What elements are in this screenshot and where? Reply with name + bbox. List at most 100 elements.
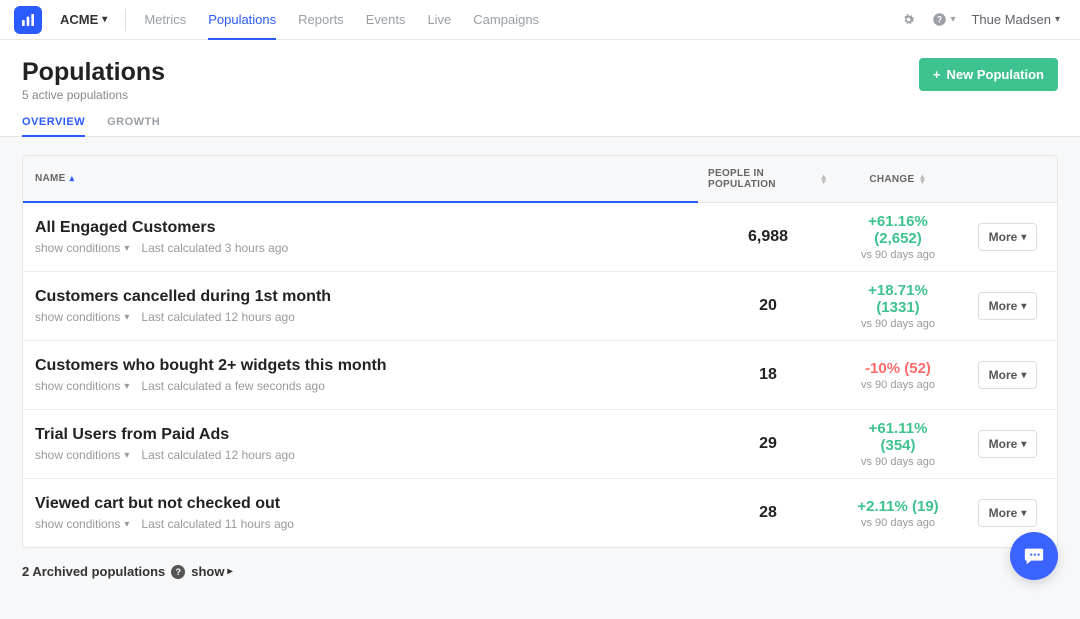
change-value: +61.16%(2,652) — [838, 213, 958, 247]
tab-overview[interactable]: OVERVIEW — [22, 116, 85, 136]
cell-change: +18.71%(1331) vs 90 days ago — [838, 282, 958, 330]
more-button[interactable]: More ▾ — [978, 430, 1038, 458]
sort-icon: ▲▼ — [918, 174, 926, 184]
cell-change: +61.16%(2,652) vs 90 days ago — [838, 213, 958, 261]
chevron-down-icon: ▾ — [124, 243, 129, 254]
nav-link-populations[interactable]: Populations — [208, 0, 276, 39]
nav-link-campaigns[interactable]: Campaigns — [473, 0, 539, 39]
help-button[interactable]: ? ▾ — [932, 12, 955, 27]
settings-button[interactable] — [901, 12, 916, 27]
show-conditions-button[interactable]: show conditions ▾ — [35, 241, 129, 255]
sort-icon: ▲▼ — [820, 174, 828, 184]
archived-footer: 2 Archived populations ? show ▸ — [22, 548, 1058, 579]
cell-actions: More ▾ — [958, 223, 1057, 251]
app-logo[interactable] — [14, 6, 42, 34]
chevron-down-icon: ▾ — [124, 450, 129, 461]
chevron-down-icon: ▾ — [102, 14, 107, 25]
sort-asc-icon: ▴ — [70, 173, 75, 184]
table-row: Trial Users from Paid Ads show condition… — [23, 409, 1057, 478]
help-icon: ? — [932, 12, 947, 27]
cell-actions: More ▾ — [958, 499, 1057, 527]
gear-icon — [901, 12, 916, 27]
cell-people: 6,988 — [698, 228, 838, 246]
chevron-down-icon: ▾ — [124, 381, 129, 392]
tab-growth[interactable]: GROWTH — [107, 116, 160, 136]
more-button[interactable]: More ▾ — [978, 292, 1038, 320]
user-name: Thue Madsen — [971, 12, 1051, 27]
more-button[interactable]: More ▾ — [978, 223, 1038, 251]
population-name[interactable]: All Engaged Customers — [35, 219, 686, 237]
cell-actions: More ▾ — [958, 292, 1057, 320]
column-header-people[interactable]: PEOPLE IN POPULATION ▲▼ — [698, 156, 838, 202]
chevron-right-icon: ▸ — [228, 566, 233, 577]
chat-button[interactable] — [1010, 532, 1058, 580]
population-name[interactable]: Viewed cart but not checked out — [35, 495, 686, 513]
user-menu[interactable]: Thue Madsen ▾ — [971, 12, 1060, 27]
cell-people: 18 — [698, 366, 838, 384]
chevron-down-icon: ▾ — [124, 312, 129, 323]
change-period: vs 90 days ago — [838, 379, 958, 391]
divider — [125, 9, 126, 31]
table-header: NAME ▴ PEOPLE IN POPULATION ▲▼ CHANGE ▲▼ — [23, 156, 1057, 203]
page-header: Populations 5 active populations + New P… — [0, 40, 1080, 102]
population-meta: show conditions ▾ Last calculated 12 hou… — [35, 310, 686, 324]
table-row: Customers who bought 2+ widgets this mon… — [23, 340, 1057, 409]
content: NAME ▴ PEOPLE IN POPULATION ▲▼ CHANGE ▲▼… — [0, 137, 1080, 619]
nav-link-metrics[interactable]: Metrics — [144, 0, 186, 39]
page-subtitle: 5 active populations — [22, 88, 165, 102]
show-conditions-button[interactable]: show conditions ▾ — [35, 517, 129, 531]
nav-link-live[interactable]: Live — [427, 0, 451, 39]
change-value: +18.71%(1331) — [838, 282, 958, 316]
cell-name: All Engaged Customers show conditions ▾ … — [23, 203, 698, 271]
chevron-down-icon: ▾ — [1021, 232, 1026, 243]
page-title: Populations — [22, 58, 165, 87]
chevron-down-icon: ▾ — [1021, 439, 1026, 450]
cell-name: Customers who bought 2+ widgets this mon… — [23, 341, 698, 409]
change-period: vs 90 days ago — [838, 456, 958, 468]
population-name[interactable]: Customers cancelled during 1st month — [35, 288, 686, 306]
population-name[interactable]: Trial Users from Paid Ads — [35, 426, 686, 444]
change-value: -10% (52) — [838, 360, 958, 377]
cell-change: +2.11% (19) vs 90 days ago — [838, 498, 958, 529]
last-calculated: Last calculated 11 hours ago — [141, 517, 294, 531]
population-name[interactable]: Customers who bought 2+ widgets this mon… — [35, 357, 686, 375]
table-body: All Engaged Customers show conditions ▾ … — [23, 203, 1057, 547]
chevron-down-icon: ▾ — [1021, 370, 1026, 381]
show-conditions-button[interactable]: show conditions ▾ — [35, 379, 129, 393]
workspace-selector[interactable]: ACME ▾ — [60, 12, 107, 27]
change-value: +61.11%(354) — [838, 420, 958, 454]
population-meta: show conditions ▾ Last calculated 12 hou… — [35, 448, 686, 462]
column-header-change[interactable]: CHANGE ▲▼ — [838, 156, 958, 202]
chevron-down-icon: ▾ — [124, 519, 129, 530]
table-row: All Engaged Customers show conditions ▾ … — [23, 203, 1057, 271]
change-period: vs 90 days ago — [838, 318, 958, 330]
svg-text:?: ? — [937, 15, 942, 25]
last-calculated: Last calculated 12 hours ago — [141, 310, 294, 324]
chevron-down-icon: ▾ — [1055, 14, 1060, 25]
archived-text: 2 Archived populations — [22, 564, 165, 579]
cell-people: 28 — [698, 504, 838, 522]
last-calculated: Last calculated 3 hours ago — [141, 241, 288, 255]
population-meta: show conditions ▾ Last calculated a few … — [35, 379, 686, 393]
table-row: Customers cancelled during 1st month sho… — [23, 271, 1057, 340]
populations-table: NAME ▴ PEOPLE IN POPULATION ▲▼ CHANGE ▲▼… — [22, 155, 1058, 548]
more-button[interactable]: More ▾ — [978, 361, 1038, 389]
workspace-name: ACME — [60, 12, 98, 27]
help-icon[interactable]: ? — [171, 565, 185, 579]
new-button-label: New Population — [947, 67, 1045, 82]
chevron-down-icon: ▾ — [1021, 301, 1026, 312]
nav-link-events[interactable]: Events — [366, 0, 406, 39]
change-period: vs 90 days ago — [838, 249, 958, 261]
column-header-actions — [958, 156, 1057, 202]
new-population-button[interactable]: + New Population — [919, 58, 1058, 91]
column-header-name[interactable]: NAME ▴ — [23, 156, 698, 203]
show-conditions-button[interactable]: show conditions ▾ — [35, 448, 129, 462]
chevron-down-icon: ▾ — [1021, 508, 1026, 519]
nav-link-reports[interactable]: Reports — [298, 0, 344, 39]
sub-tabs: OVERVIEW GROWTH — [0, 102, 1080, 137]
show-conditions-button[interactable]: show conditions ▾ — [35, 310, 129, 324]
top-right: ? ▾ Thue Madsen ▾ — [901, 12, 1060, 27]
more-button[interactable]: More ▾ — [978, 499, 1038, 527]
archived-show-button[interactable]: show ▸ — [191, 564, 232, 579]
top-nav: ACME ▾ Metrics Populations Reports Events Li… — [0, 0, 1080, 40]
